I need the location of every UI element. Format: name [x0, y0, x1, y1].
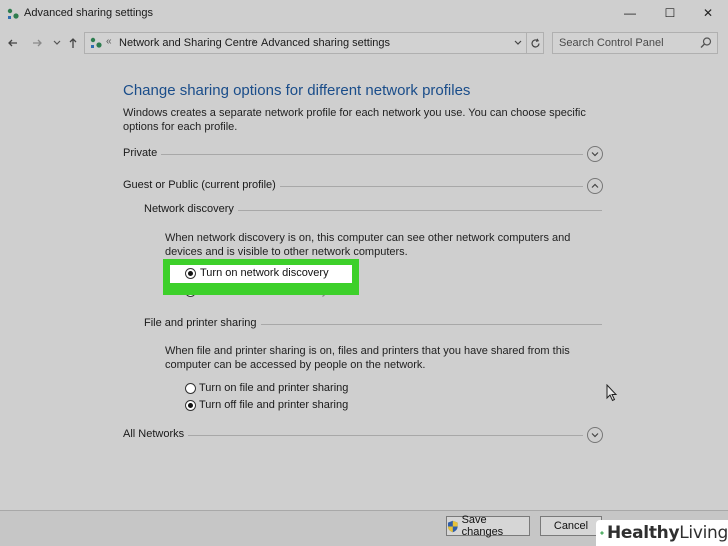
profile-all-networks[interactable]: All Networks	[123, 427, 603, 448]
subsection-network-discovery: Network discovery	[144, 203, 602, 219]
radio-label: Turn on file and printer sharing	[199, 382, 349, 394]
profile-label: Guest or Public (current profile)	[123, 179, 280, 191]
collapse-button[interactable]	[587, 178, 603, 194]
profile-label: All Networks	[123, 428, 189, 440]
window: Advanced sharing settings — ☐ ✕ « Networ…	[0, 0, 728, 546]
expand-button[interactable]	[587, 146, 603, 162]
file-printer-sharing-description: When file and printer sharing is on, fil…	[165, 345, 570, 371]
profile-label: Private	[123, 147, 162, 159]
close-button[interactable]: ✕	[688, 0, 728, 26]
up-button[interactable]	[64, 33, 82, 53]
address-dropdown-button[interactable]	[511, 35, 525, 51]
breadcrumb-network-centre[interactable]: Network and Sharing Centre	[119, 37, 258, 49]
mouse-pointer-icon	[606, 384, 618, 402]
breadcrumb-advanced-sharing[interactable]: Advanced sharing settings	[261, 37, 390, 49]
watermark-logo: HealthyLiving	[596, 520, 728, 546]
content-area: Change sharing options for different net…	[0, 58, 728, 510]
window-title: Advanced sharing settings	[24, 7, 154, 19]
back-button[interactable]	[4, 33, 22, 53]
network-discovery-description: When network discovery is on, this compu…	[165, 232, 571, 258]
subsection-label: Network discovery	[144, 203, 238, 215]
cancel-button[interactable]: Cancel	[540, 516, 602, 536]
radio-turn-on-file-printer-sharing[interactable]: Turn on file and printer sharing	[185, 381, 348, 395]
title-bar: Advanced sharing settings — ☐ ✕	[0, 0, 728, 28]
profile-private[interactable]: Private	[123, 146, 603, 167]
divider	[123, 154, 583, 155]
radio-button[interactable]	[185, 399, 196, 411]
refresh-button[interactable]	[526, 32, 544, 54]
refresh-icon	[530, 38, 540, 47]
save-changes-button[interactable]: Save changes	[446, 514, 530, 538]
radio-button[interactable]	[185, 382, 196, 394]
back-arrow-icon	[8, 39, 17, 47]
page-title: Change sharing options for different net…	[123, 82, 471, 99]
profile-guest-public[interactable]: Guest or Public (current profile)	[123, 178, 603, 199]
forward-button[interactable]	[28, 33, 46, 53]
minimize-button[interactable]: —	[610, 0, 650, 26]
expand-button[interactable]	[587, 427, 603, 443]
highlight-callout: Turn on network discovery	[163, 259, 359, 295]
radio-turn-on-network-discovery[interactable]: Turn on network discovery	[170, 265, 352, 283]
close-icon: ✕	[702, 6, 714, 20]
plus-icon	[600, 531, 604, 535]
chevron-down-icon	[514, 40, 522, 45]
minimize-icon: —	[624, 6, 636, 20]
chevron-down-icon	[591, 152, 599, 157]
search-input[interactable]: Search Control Panel	[552, 32, 718, 54]
watermark-text: HealthyLiving	[606, 523, 728, 543]
radio-button[interactable]	[185, 268, 196, 279]
page-intro: Windows creates a separate network profi…	[123, 107, 586, 133]
search-placeholder: Search Control Panel	[559, 37, 664, 49]
divider	[123, 435, 583, 436]
forward-arrow-icon	[33, 39, 42, 47]
uac-shield-icon	[447, 520, 458, 532]
network-icon	[7, 8, 19, 19]
chevron-up-icon	[591, 183, 599, 188]
maximize-button[interactable]: ☐	[650, 0, 690, 26]
overflow-chevron[interactable]: «	[106, 36, 112, 47]
radio-turn-off-file-printer-sharing[interactable]: Turn off file and printer sharing	[185, 398, 348, 412]
subsection-label: File and printer sharing	[144, 317, 261, 329]
chevron-down-icon	[53, 40, 61, 45]
maximize-icon: ☐	[664, 6, 676, 20]
save-label: Save changes	[461, 514, 504, 538]
address-bar[interactable]: « Network and Sharing Centre › Advanced …	[84, 32, 528, 54]
radio-label: Turn on network discovery	[200, 267, 329, 279]
breadcrumb-separator: ›	[252, 36, 256, 47]
chevron-down-icon	[591, 433, 599, 438]
radio-label: Turn off file and printer sharing	[199, 399, 349, 411]
subsection-file-printer-sharing: File and printer sharing	[144, 317, 602, 333]
cancel-label: Cancel	[553, 520, 589, 532]
up-arrow-icon	[69, 38, 77, 48]
search-icon[interactable]	[699, 36, 713, 50]
address-row: « Network and Sharing Centre › Advanced …	[0, 30, 728, 56]
network-icon	[90, 37, 102, 48]
